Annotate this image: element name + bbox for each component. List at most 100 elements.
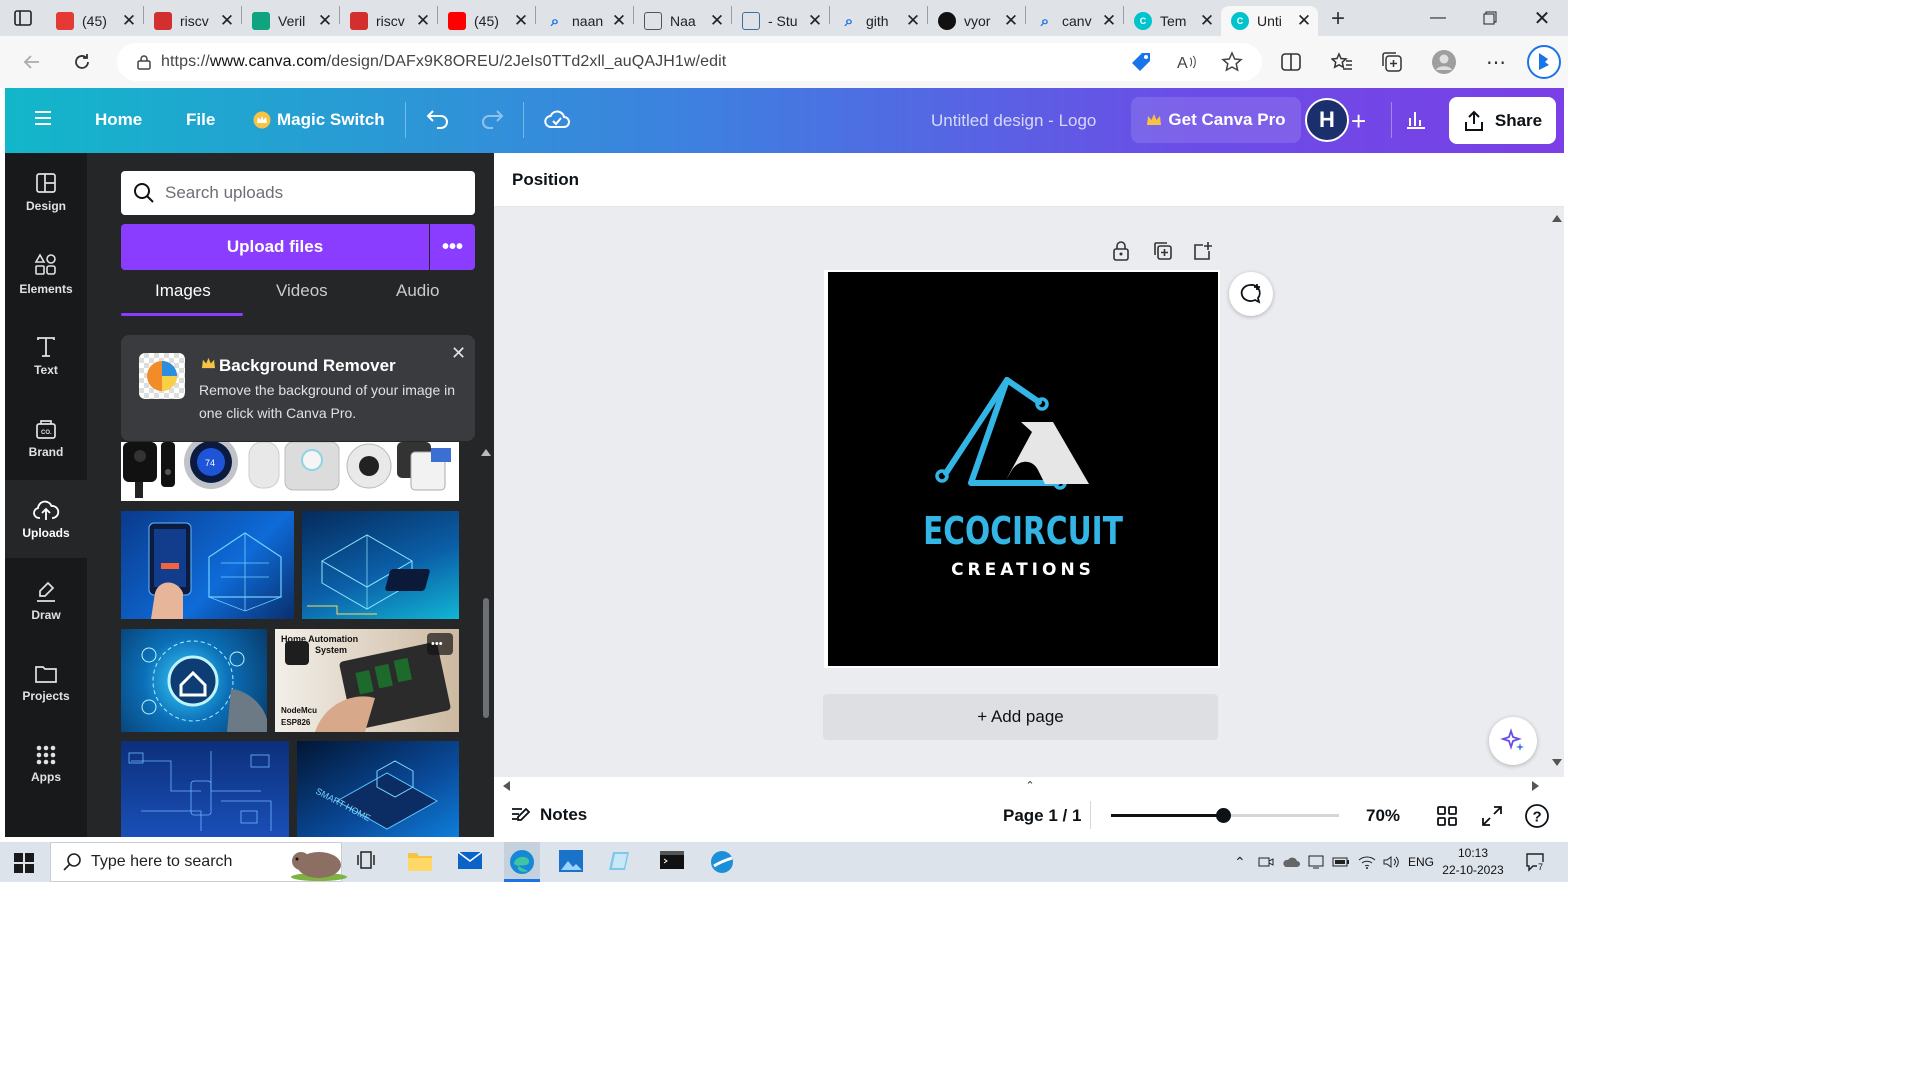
browser-tab[interactable]: (45) ✕ — [438, 6, 535, 36]
vpn-globe-icon[interactable] — [708, 848, 736, 876]
fullscreen-icon[interactable] — [1481, 805, 1503, 827]
minimize-button[interactable]: — — [1412, 0, 1464, 36]
notification-center-icon[interactable]: 7 — [1525, 852, 1547, 872]
upload-thumbnail-smart-home-isometric[interactable]: SMART HOME — [297, 741, 459, 837]
panel-scrollbar[interactable] — [483, 598, 489, 718]
battery-icon[interactable] — [1332, 855, 1350, 869]
browser-tab[interactable]: (45) ✕ — [46, 6, 143, 36]
more-options-icon[interactable]: ⋯ — [1482, 48, 1510, 76]
browser-tab[interactable]: ⌕ gith ✕ — [830, 6, 927, 36]
duplicate-page-icon[interactable] — [1152, 240, 1174, 262]
home-button[interactable]: Home — [95, 110, 142, 130]
redo-icon[interactable] — [479, 106, 505, 132]
browser-tab[interactable]: C Tem ✕ — [1124, 6, 1221, 36]
tab-audio[interactable]: Audio — [396, 281, 439, 301]
rail-item-projects[interactable]: Projects — [5, 644, 87, 722]
lock-icon[interactable] — [1111, 240, 1131, 262]
logo-title-text[interactable]: ECOCIRCUIT — [879, 509, 1168, 553]
add-collaborator-icon[interactable]: + — [1351, 106, 1366, 137]
file-explorer-icon[interactable] — [406, 848, 434, 876]
browser-tab[interactable]: - Stu ✕ — [732, 6, 829, 36]
browser-tab[interactable]: C Unti ✕ — [1221, 6, 1318, 36]
vertical-scrollbar[interactable] — [1549, 207, 1564, 777]
mail-icon[interactable] — [456, 848, 484, 876]
scroll-left-arrow[interactable] — [503, 781, 510, 791]
user-avatar[interactable]: H — [1305, 98, 1349, 142]
panel-scroll-up-arrow[interactable] — [481, 449, 491, 456]
browser-tab[interactable]: ⌕ naan ✕ — [536, 6, 633, 36]
magic-assistant-button[interactable] — [1489, 717, 1537, 765]
rail-item-elements[interactable]: Elements — [5, 235, 87, 313]
photos-icon[interactable] — [557, 848, 585, 876]
close-tab-icon[interactable]: ✕ — [1003, 11, 1019, 31]
tab-videos[interactable]: Videos — [276, 281, 328, 301]
grid-view-icon[interactable] — [1436, 805, 1458, 827]
horizontal-scrollbar[interactable]: ⌃ — [494, 777, 1564, 797]
cloud-saved-icon[interactable] — [543, 106, 571, 132]
design-page[interactable]: ECOCIRCUIT CREATIONS — [828, 272, 1218, 666]
terminal-icon[interactable] — [658, 848, 686, 876]
thumb-more-options-icon[interactable]: ••• — [431, 638, 443, 650]
page-counter[interactable]: Page 1 / 1 — [1003, 806, 1081, 826]
language-indicator[interactable]: ENG — [1408, 855, 1434, 869]
add-comment-button[interactable] — [1229, 272, 1273, 316]
insights-chart-icon[interactable] — [1403, 106, 1429, 132]
close-tab-icon[interactable]: ✕ — [807, 11, 823, 31]
rail-item-apps[interactable]: Apps — [5, 725, 87, 803]
edge-browser-icon[interactable] — [504, 842, 540, 882]
upload-more-options-button[interactable]: ••• — [430, 224, 475, 270]
meet-now-icon[interactable] — [1258, 854, 1274, 870]
close-tab-icon[interactable]: ✕ — [317, 11, 333, 31]
browser-tab[interactable]: ⌕ canv ✕ — [1026, 6, 1123, 36]
search-uploads-input[interactable]: Search uploads — [121, 171, 475, 215]
address-bar[interactable]: https://www.canva.com/design/DAFx9K8OREU… — [117, 43, 1262, 81]
upload-thumbnail-home-automation-board[interactable]: Home Automation System NodeMcu ESP826 ••… — [275, 629, 459, 732]
close-icon[interactable]: ✕ — [451, 343, 466, 364]
close-window-button[interactable]: ✕ — [1516, 0, 1568, 36]
close-tab-icon[interactable]: ✕ — [709, 11, 725, 31]
tab-images[interactable]: Images — [155, 281, 211, 301]
close-tab-icon[interactable]: ✕ — [219, 11, 235, 31]
price-tag-icon[interactable] — [1127, 48, 1155, 76]
zoom-slider-knob[interactable] — [1216, 808, 1231, 823]
upload-thumbnail-smart-devices[interactable]: 74 — [121, 442, 459, 501]
rail-item-draw[interactable]: Draw — [5, 562, 87, 640]
close-tab-icon[interactable]: ✕ — [513, 11, 529, 31]
show-hidden-icons-chevron[interactable]: ⌃ — [1234, 854, 1246, 871]
lock-icon[interactable] — [137, 54, 151, 70]
upload-thumbnail-isometric-house[interactable] — [302, 511, 459, 619]
onedrive-cloud-icon[interactable] — [1282, 854, 1300, 870]
close-tab-icon[interactable]: ✕ — [611, 11, 627, 31]
scroll-right-arrow[interactable] — [1532, 781, 1539, 791]
new-tab-button[interactable]: + — [1318, 5, 1358, 33]
restore-button[interactable] — [1464, 0, 1516, 36]
browser-tab[interactable]: riscv ✕ — [340, 6, 437, 36]
browser-tab[interactable]: Naa ✕ — [634, 6, 731, 36]
upload-thumbnail-smart-home-phone[interactable] — [121, 511, 294, 619]
wifi-icon[interactable] — [1358, 854, 1376, 870]
hamburger-menu-icon[interactable] — [32, 107, 54, 129]
url-text[interactable]: https://www.canva.com/design/DAFx9K8OREU… — [161, 53, 726, 71]
back-button[interactable] — [7, 42, 57, 82]
scroll-up-arrow[interactable] — [1552, 215, 1562, 222]
share-button[interactable]: Share — [1449, 97, 1556, 144]
scroll-down-arrow[interactable] — [1552, 759, 1562, 766]
favorites-icon[interactable] — [1328, 48, 1356, 76]
refresh-button[interactable] — [57, 42, 107, 82]
magic-switch-button[interactable]: Magic Switch — [253, 110, 385, 130]
favorite-star-icon[interactable] — [1218, 48, 1246, 76]
design-title[interactable]: Untitled design - Logo — [931, 111, 1096, 131]
task-view-icon[interactable] — [356, 848, 384, 876]
volume-icon[interactable] — [1382, 854, 1400, 870]
get-canva-pro-button[interactable]: Get Canva Pro — [1131, 97, 1301, 143]
taskbar-search-box[interactable]: Type here to search — [50, 842, 347, 882]
close-tab-icon[interactable]: ✕ — [905, 11, 921, 31]
profile-avatar-icon[interactable] — [1430, 48, 1458, 76]
upload-files-button[interactable]: Upload files — [121, 224, 429, 270]
logo-mark[interactable] — [933, 368, 1103, 493]
upload-thumbnail-circuit-network[interactable] — [121, 741, 289, 837]
file-menu-button[interactable]: File — [186, 110, 215, 130]
bing-copilot-icon[interactable] — [1526, 44, 1562, 80]
notes-app-icon[interactable] — [607, 848, 635, 876]
undo-icon[interactable] — [425, 106, 451, 132]
